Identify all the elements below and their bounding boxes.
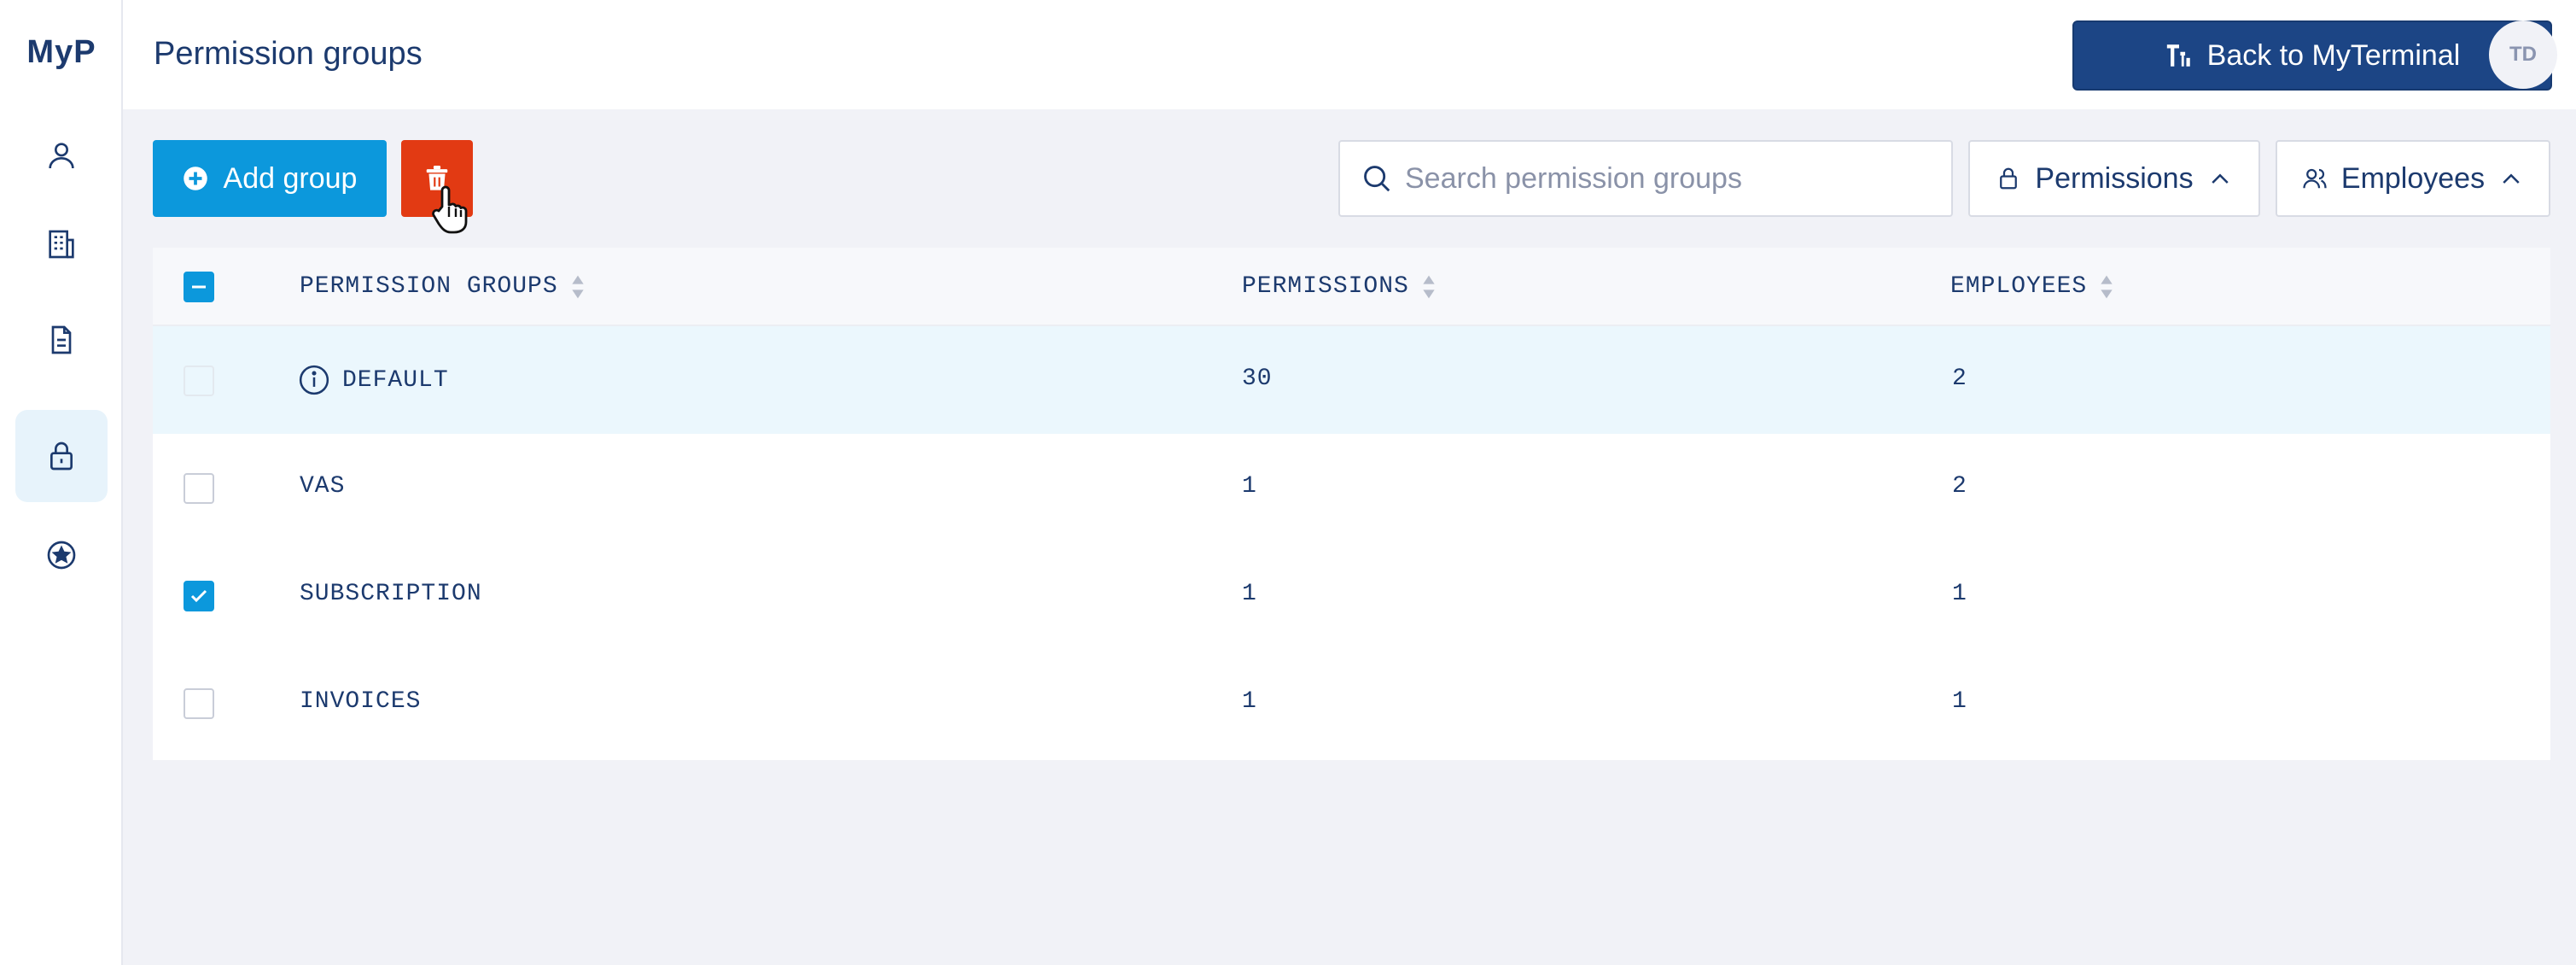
chevron-up-icon: [2503, 173, 2520, 184]
search-box[interactable]: [1338, 140, 1953, 217]
table-header: PERMISSION GROUPS PERMISSIONS EMPLOYEES: [153, 248, 2550, 326]
add-group-button[interactable]: Add group: [153, 140, 387, 217]
column-label: PERMISSIONS: [1242, 273, 1409, 300]
employees-filter[interactable]: Employees: [2276, 140, 2550, 217]
terminal-icon: [2166, 44, 2190, 67]
search-input[interactable]: [1405, 161, 1917, 196]
page-title: Permission groups: [154, 36, 423, 72]
group-name: DEFAULT: [342, 366, 449, 394]
column-label: PERMISSION GROUPS: [300, 273, 558, 300]
employees-count: 1: [1952, 581, 1967, 607]
select-all-checkbox[interactable]: [184, 272, 214, 302]
sidebar-item-permissions[interactable]: [15, 410, 108, 502]
group-name-cell: DEFAULT: [298, 364, 449, 396]
permissions-count: 30: [1242, 366, 1273, 392]
column-header-permission-groups[interactable]: PERMISSION GROUPS: [300, 273, 586, 300]
row-checkbox: [184, 366, 214, 396]
table-row[interactable]: VAS 1 2: [153, 434, 2550, 541]
users-icon: [2303, 168, 2327, 189]
building-icon: [49, 230, 74, 259]
permissions-count: 1: [1242, 688, 1257, 715]
sidebar-item-documents[interactable]: [15, 294, 108, 386]
check-icon: [190, 589, 207, 603]
lock-icon: [50, 442, 73, 471]
star-icon: [47, 541, 76, 570]
column-label: EMPLOYEES: [1950, 273, 2088, 300]
row-checkbox[interactable]: [184, 688, 214, 719]
lock-icon: [2000, 167, 2018, 190]
sort-icon: [1423, 275, 1435, 298]
plus-circle-icon: [183, 167, 207, 190]
permissions-count: 1: [1242, 581, 1257, 607]
table-row[interactable]: SUBSCRIPTION 1 1: [153, 541, 2550, 649]
sidebar: MyP: [0, 0, 123, 965]
employees-count: 2: [1952, 473, 1967, 500]
permissions-filter-label: Permissions: [2035, 161, 2194, 195]
group-name: SUBSCRIPTION: [300, 581, 482, 607]
sidebar-item-profile[interactable]: [15, 109, 108, 202]
document-icon: [51, 325, 72, 354]
table-row[interactable]: INVOICES 1 1: [153, 649, 2550, 757]
chevron-up-icon: [2211, 173, 2229, 184]
employees-count: 1: [1952, 688, 1967, 715]
employees-filter-label: Employees: [2340, 161, 2486, 195]
table-row[interactable]: DEFAULT 30 2: [153, 326, 2550, 434]
group-name: VAS: [300, 473, 346, 500]
column-header-permissions[interactable]: PERMISSIONS: [1242, 273, 1437, 300]
employees-count: 2: [1952, 366, 1967, 392]
sidebar-item-favorites[interactable]: [15, 509, 108, 601]
hand-cursor-icon: [432, 185, 468, 234]
sort-icon: [2101, 275, 2113, 298]
column-header-employees[interactable]: EMPLOYEES: [1950, 273, 2114, 300]
permissions-count: 1: [1242, 473, 1257, 500]
permission-groups-table: PERMISSION GROUPS PERMISSIONS EMPLOYEES …: [153, 248, 2550, 760]
avatar[interactable]: TD: [2489, 20, 2557, 89]
minus-icon: [192, 285, 206, 289]
info-icon[interactable]: [298, 364, 330, 396]
back-button-label: Back to MyTerminal: [2206, 38, 2461, 72]
app-logo[interactable]: MyP: [0, 34, 123, 71]
row-checkbox[interactable]: [184, 473, 214, 504]
sidebar-item-company[interactable]: [15, 198, 108, 290]
row-checkbox[interactable]: [184, 581, 214, 611]
search-icon: [1364, 166, 1390, 192]
back-to-myterminal-button[interactable]: Back to MyTerminal: [2072, 20, 2552, 91]
group-name: INVOICES: [300, 688, 422, 715]
permissions-filter[interactable]: Permissions: [1968, 140, 2260, 217]
top-bar: Permission groups Back to MyTerminal TD: [123, 0, 2576, 109]
add-group-label: Add group: [223, 161, 358, 195]
sort-icon: [571, 275, 584, 298]
user-icon: [49, 143, 74, 169]
